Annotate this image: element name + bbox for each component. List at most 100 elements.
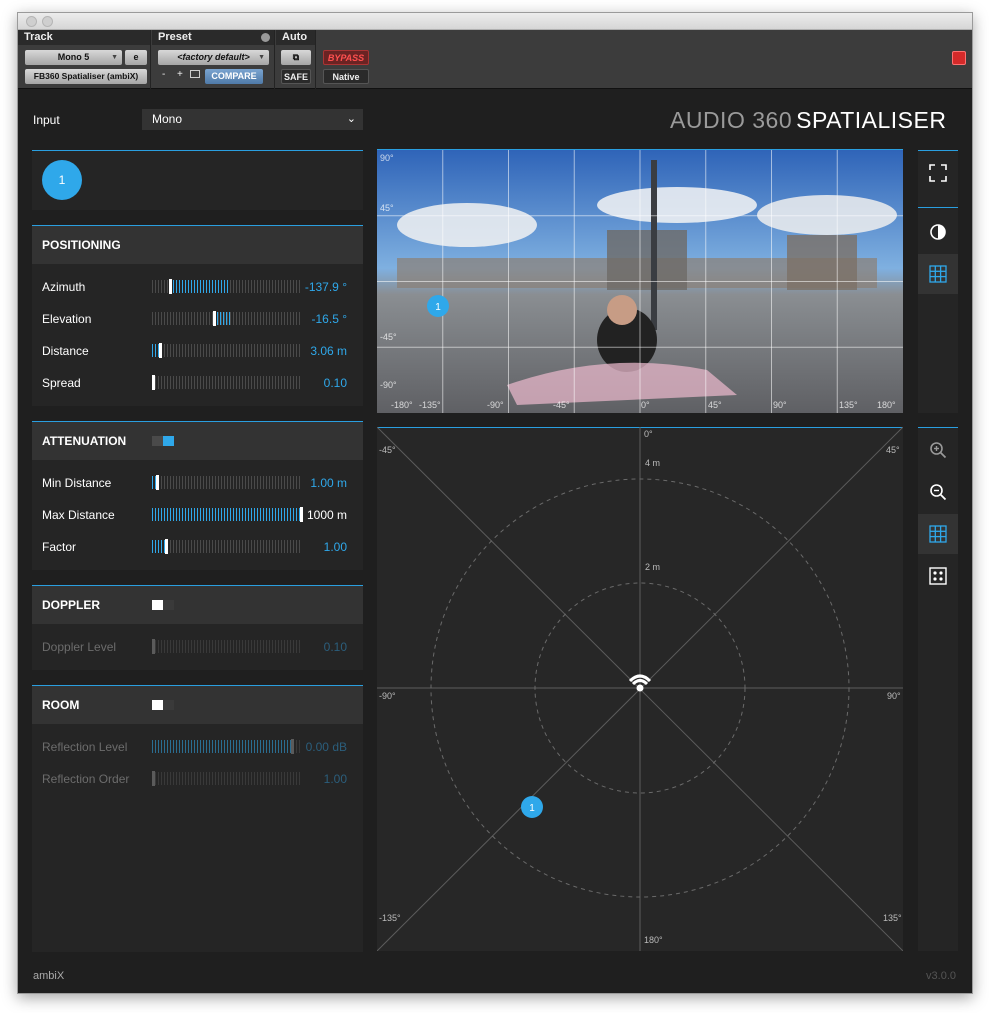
spread-slider[interactable] (152, 375, 300, 390)
native-button[interactable]: Native (323, 69, 369, 84)
spread-value[interactable]: 0.10 (324, 376, 347, 390)
speaker-layout-button[interactable] (918, 556, 958, 596)
track-selector[interactable]: Mono 5 ▼ (25, 50, 122, 65)
doppler-panel: DOPPLER Doppler Level 0.10 (32, 585, 363, 670)
video-toolbar (918, 150, 958, 413)
doppler-toggle[interactable] (152, 600, 174, 610)
distance-value[interactable]: 3.06 m (310, 344, 347, 358)
source-1-marker-topdown-label: 1 (529, 803, 535, 814)
reflection-level-value[interactable]: 0.00 dB (306, 740, 347, 754)
lon-label: -90° (487, 400, 504, 410)
distance-slider-thumb[interactable] (159, 343, 162, 358)
lat-label: 90° (380, 153, 394, 163)
doppler-level-row: Doppler Level 0.10 (32, 631, 363, 663)
lat-label: 45° (380, 203, 394, 213)
min-distance-label: Min Distance (42, 476, 112, 490)
min-distance-value[interactable]: 1.00 m (310, 476, 347, 490)
lon-label: -135° (419, 400, 441, 410)
doppler-level-slider-thumb[interactable] (152, 639, 155, 654)
factor-row: Factor 1.00 (32, 531, 363, 563)
lon-label: 45° (708, 400, 722, 410)
reflection-level-slider[interactable] (152, 739, 300, 754)
elevation-slider-thumb[interactable] (213, 311, 216, 326)
ring-label: 2 m (645, 562, 660, 572)
window-minimize-button[interactable] (42, 16, 53, 27)
input-dropdown[interactable]: Mono ⌄ (142, 109, 363, 130)
source-panel: 1 (32, 150, 363, 210)
zoom-out-icon (930, 484, 947, 501)
attenuation-heading: ATTENUATION (32, 422, 363, 460)
topdown-grid-button[interactable] (918, 514, 958, 554)
positioning-heading: POSITIONING (32, 226, 363, 264)
preset-next-button[interactable]: + (177, 69, 183, 80)
safe-button[interactable]: SAFE (281, 69, 311, 84)
azimuth-slider-thumb[interactable] (169, 279, 172, 294)
angle-label: 0° (644, 429, 653, 439)
reflection-level-slider-thumb[interactable] (291, 739, 294, 754)
preset-prev-button[interactable]: - (162, 69, 165, 80)
lon-label: -180° (391, 400, 413, 410)
distance-slider[interactable] (152, 343, 300, 358)
compare-button[interactable]: COMPARE (205, 69, 263, 84)
track-name: Mono 5 (57, 52, 90, 62)
video-grid-button[interactable] (918, 254, 958, 294)
preset-menu-icon[interactable] (261, 33, 270, 42)
clip-indicator-icon[interactable] (952, 51, 966, 65)
elevation-row: Elevation -16.5 ° (32, 303, 363, 335)
distance-label: Distance (42, 344, 89, 358)
plugin-window: Track Mono 5 ▼ e FB360 Spatialiser (ambi… (17, 12, 973, 994)
factor-slider-thumb[interactable] (165, 539, 168, 554)
dropdown-arrow-icon: ▼ (111, 54, 118, 61)
window-close-button[interactable] (26, 16, 37, 27)
azimuth-value[interactable]: -137.9 ° (305, 280, 347, 294)
source-1-button[interactable]: 1 (42, 160, 82, 200)
reflection-order-slider-thumb[interactable] (152, 771, 155, 786)
chevron-down-icon: ⌄ (346, 113, 356, 125)
auto-heading: Auto (276, 30, 315, 45)
bypass-section: BYPASS Native (317, 30, 377, 89)
lon-label: 180° (877, 400, 896, 410)
azimuth-slider[interactable] (152, 279, 300, 294)
doppler-level-value[interactable]: 0.10 (324, 640, 347, 654)
version-label: v3.0.0 (926, 970, 956, 982)
topdown-toolbar (918, 427, 958, 951)
spread-slider-thumb[interactable] (152, 375, 155, 390)
min-distance-slider-thumb[interactable] (156, 475, 159, 490)
bypass-button[interactable]: BYPASS (323, 50, 369, 65)
attenuation-toggle[interactable] (152, 436, 174, 446)
zoom-in-button[interactable] (918, 430, 958, 470)
reflection-order-slider[interactable] (152, 771, 300, 786)
lon-label: 0° (641, 400, 650, 410)
elevation-slider[interactable] (152, 311, 300, 326)
factor-slider[interactable] (152, 539, 300, 554)
logo-spatialiser: SPATIALISER (796, 107, 947, 133)
reflection-order-value[interactable]: 1.00 (324, 772, 347, 786)
max-distance-value[interactable]: 1000 m (307, 508, 347, 522)
max-distance-slider-thumb[interactable] (300, 507, 303, 522)
lon-label: -45° (553, 400, 570, 410)
lamp-post (651, 160, 657, 330)
max-distance-slider[interactable] (152, 507, 303, 522)
toolbar-divider (918, 207, 958, 208)
reflection-level-row: Reflection Level 0.00 dB (32, 731, 363, 763)
top-down-view[interactable]: 0° 180° -90° 90° -45° 45° -135° 135° 4 m… (377, 427, 903, 951)
doppler-heading: DOPPLER (32, 586, 363, 624)
elevation-value[interactable]: -16.5 ° (312, 312, 347, 326)
factor-value[interactable]: 1.00 (324, 540, 347, 554)
logo-audio360: AUDIO 360 (670, 107, 793, 133)
min-distance-slider[interactable] (152, 475, 300, 490)
preset-selector[interactable]: <factory default> ▼ (158, 50, 269, 65)
video-360-view[interactable]: 90° 45° -45° -90° -180° -135° -90° -45° … (377, 150, 903, 413)
zoom-out-button[interactable] (918, 472, 958, 512)
track-e-button[interactable]: e (125, 50, 147, 65)
automation-icon[interactable]: ⧉ (281, 50, 311, 65)
angle-label: 135° (883, 913, 902, 923)
fullscreen-button[interactable] (918, 153, 958, 193)
format-label: ambiX (33, 970, 65, 982)
room-toggle[interactable] (152, 700, 174, 710)
preset-copy-icon[interactable] (190, 70, 200, 78)
opacity-button[interactable] (918, 212, 958, 252)
doppler-level-slider[interactable] (152, 639, 300, 654)
spatialiser-plugin: Input Mono ⌄ AUDIO 360 SPATIALISER 1 POSI… (18, 90, 972, 993)
plugin-selector[interactable]: FB360 Spatialiser (ambiX) (25, 69, 147, 84)
